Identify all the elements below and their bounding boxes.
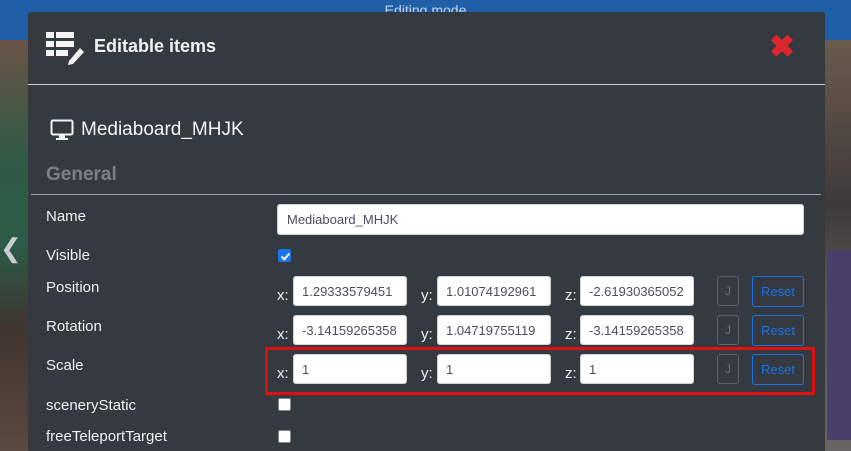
position-x-axis-label: x:	[277, 287, 289, 304]
position-label: Position	[46, 279, 100, 296]
rotation-label: Rotation	[46, 318, 102, 335]
rotation-y-input[interactable]	[437, 315, 551, 345]
position-j-button[interactable]: J	[717, 276, 739, 306]
position-y-input[interactable]	[437, 276, 551, 306]
scale-row-highlight	[265, 347, 815, 395]
rotation-z-axis-label: z:	[565, 326, 577, 343]
modal-header: Editable items ✖	[28, 12, 825, 85]
position-z-input[interactable]	[580, 276, 694, 306]
background-screen-right	[827, 250, 851, 440]
rotation-y-axis-label: y:	[421, 326, 433, 343]
visible-label: Visible	[46, 247, 90, 264]
scenery-static-label: sceneryStatic	[46, 397, 137, 414]
rotation-x-input[interactable]	[293, 315, 407, 345]
free-teleport-target-label: freeTeleportTarget	[46, 428, 167, 445]
name-label: Name	[46, 208, 87, 225]
monitor-icon	[50, 119, 74, 140]
position-reset-button[interactable]: Reset	[752, 276, 804, 307]
position-z-axis-label: z:	[565, 287, 577, 304]
rotation-j-button[interactable]: J	[717, 315, 739, 345]
rotation-z-input[interactable]	[580, 315, 694, 345]
close-icon[interactable]: ✖	[767, 31, 797, 62]
position-x-input[interactable]	[293, 276, 407, 306]
visible-checkbox[interactable]	[278, 249, 291, 262]
scale-label: Scale	[46, 357, 84, 374]
background-arrow-icon: ❮	[0, 233, 22, 263]
section-divider	[31, 194, 821, 195]
list-edit-icon	[46, 32, 84, 65]
section-title-general: General	[46, 164, 117, 185]
item-title: Mediaboard_MHJK	[81, 119, 244, 140]
free-teleport-target-checkbox[interactable]	[278, 430, 291, 443]
rotation-x-axis-label: x:	[277, 326, 289, 343]
position-y-axis-label: y:	[421, 287, 433, 304]
scenery-static-checkbox[interactable]	[278, 398, 291, 411]
rotation-reset-button[interactable]: Reset	[752, 315, 804, 346]
name-input[interactable]	[277, 204, 804, 235]
editable-items-modal: Editable items ✖ Mediaboard_MHJK General…	[28, 12, 825, 451]
modal-title: Editable items	[94, 36, 217, 56]
